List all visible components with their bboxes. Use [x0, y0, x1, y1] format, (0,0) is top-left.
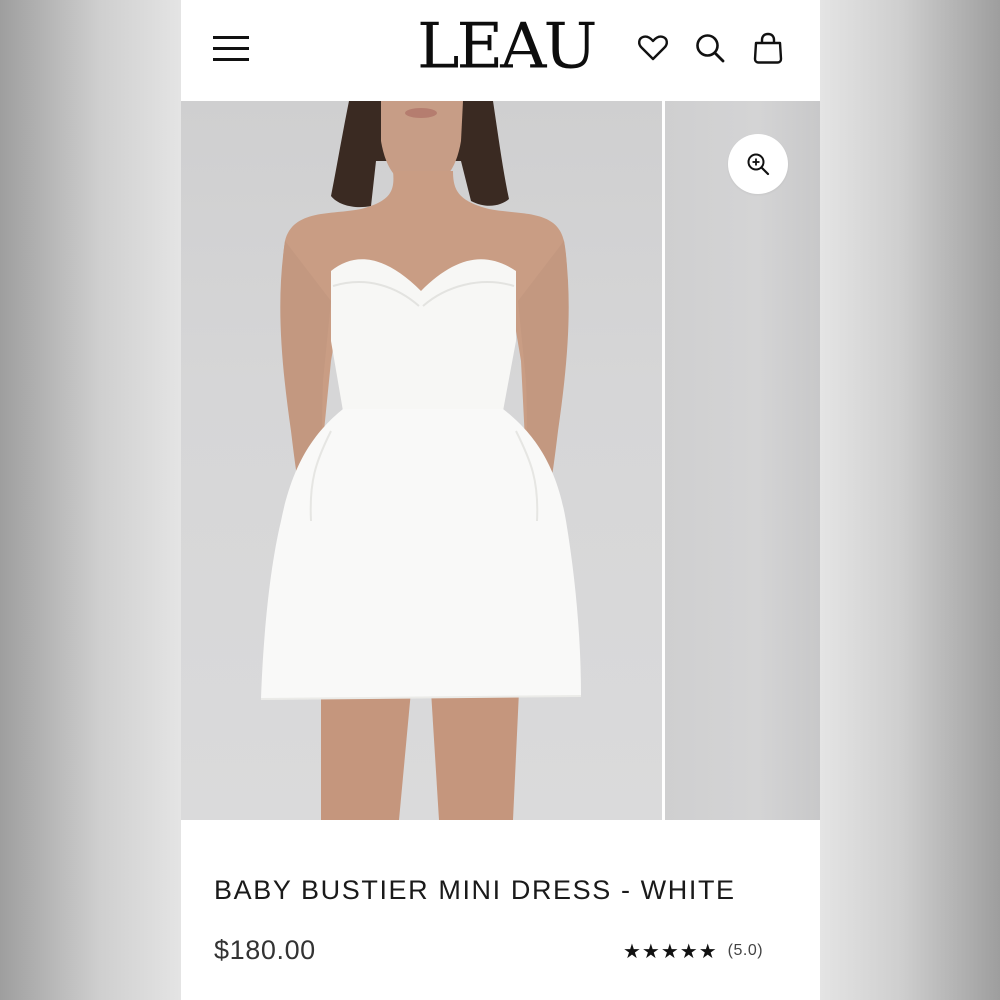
shopping-bag-icon [753, 32, 783, 64]
zoom-in-icon [747, 153, 770, 176]
menu-button[interactable] [213, 36, 251, 64]
heart-icon [638, 35, 668, 61]
zoom-button[interactable] [728, 134, 788, 194]
product-page: LEAU BABY BUSTIER MINI DRESS - WHITE $18… [181, 0, 820, 1000]
product-image-main[interactable] [181, 101, 662, 820]
brand-logo[interactable]: LEAU [417, 15, 597, 80]
rating-value: (5.0) [727, 942, 764, 959]
hamburger-menu-icon [213, 36, 249, 39]
product-title: BABY BUSTIER MINI DRESS - WHITE [214, 875, 736, 905]
site-header: LEAU [181, 0, 820, 101]
wishlist-button[interactable] [635, 30, 671, 66]
product-image-secondary[interactable] [665, 101, 820, 820]
star-rating-icon: ★★★★★ [623, 939, 718, 963]
cart-button[interactable] [750, 30, 786, 66]
search-button[interactable] [692, 30, 728, 66]
model-wearing-white-dress-illustration [260, 101, 582, 820]
product-price: $180.00 [214, 935, 316, 965]
product-info: BABY BUSTIER MINI DRESS - WHITE $180.00 … [181, 820, 820, 1000]
product-rating[interactable]: ★★★★★ (5.0) [623, 939, 763, 963]
search-icon [696, 34, 725, 63]
product-image-gallery[interactable] [181, 101, 820, 820]
